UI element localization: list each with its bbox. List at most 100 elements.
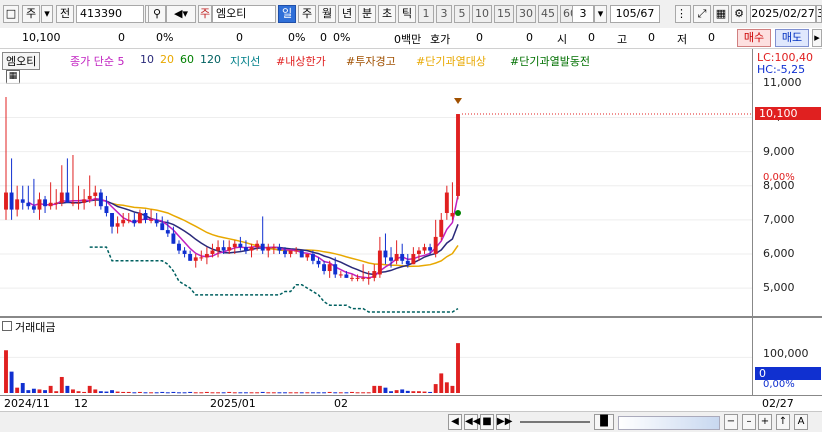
volume-bar: [294, 392, 299, 394]
candle-body: [121, 219, 126, 224]
volume-bar: [20, 383, 25, 393]
candle-body: [204, 253, 209, 258]
candle-body: [416, 250, 421, 254]
candle-body: [137, 213, 142, 224]
candle-body: [266, 247, 271, 251]
candle-body: [283, 250, 287, 254]
volume-bar: [377, 385, 382, 393]
candle-body: [277, 247, 282, 251]
volume-bar: [271, 392, 276, 394]
range-slider[interactable]: [618, 416, 720, 430]
volume-bar: [227, 391, 232, 393]
zoom-slider-track[interactable]: [520, 421, 590, 423]
volume-bar: [110, 390, 114, 393]
x-label-right-date: 02/27: [762, 397, 794, 410]
zoom-in-icon[interactable]: ↑: [776, 414, 790, 430]
minus-icon[interactable]: –: [742, 414, 756, 430]
volume-bar: [165, 392, 170, 394]
volume-bar: [115, 391, 120, 393]
slider-handle[interactable]: █: [594, 414, 614, 430]
volume-bar: [149, 392, 154, 394]
candle-body: [238, 243, 243, 248]
volume-bar: [238, 392, 243, 394]
candle-body: [54, 202, 59, 204]
price-tick-label: 6,000: [763, 246, 795, 260]
volume-bar: [59, 376, 64, 393]
candle-body: [31, 206, 36, 210]
candle-body: [20, 199, 25, 203]
volume-bar: [243, 392, 248, 394]
text-size-icon[interactable]: A: [794, 414, 808, 430]
candle-body: [439, 219, 444, 237]
candle-body: [132, 219, 137, 224]
price-chart: [0, 82, 752, 394]
fast-forward-icon[interactable]: ▶▶: [496, 414, 512, 430]
candle-body: [299, 250, 304, 258]
plus-icon[interactable]: +: [758, 414, 772, 430]
candle-body: [199, 257, 204, 259]
fast-back-icon[interactable]: ◀◀: [464, 414, 480, 430]
candle-body: [232, 243, 237, 248]
candle-body: [361, 277, 366, 279]
candle-body: [428, 247, 433, 251]
volume-bar: [199, 392, 204, 394]
candle-body: [294, 250, 299, 252]
candle-body: [160, 223, 165, 231]
candle-body: [188, 253, 193, 261]
candle-body: [333, 264, 338, 275]
candle-body: [48, 202, 53, 207]
candle-body: [15, 199, 20, 210]
volume-bar: [456, 343, 460, 393]
y-axis: LC:100,40 HC:-5,25 11,00010,0009,0008,00…: [752, 49, 822, 395]
volume-bar: [372, 385, 377, 393]
candle-body: [210, 250, 215, 254]
x-label-feb: 02: [334, 397, 348, 410]
x-label-dec: 12: [74, 397, 88, 410]
zoom-out-icon[interactable]: −: [724, 414, 738, 430]
candle-body: [98, 192, 103, 207]
candle-body: [400, 253, 405, 261]
candle-body: [322, 264, 327, 272]
volume-bar: [266, 392, 271, 394]
volume-bar: [171, 391, 176, 393]
current-price-tag: 10,100: [755, 107, 821, 120]
volume-bar: [188, 391, 193, 393]
volume-bar: [204, 391, 209, 393]
stop-icon[interactable]: ■: [480, 414, 494, 430]
volume-checkbox-icon[interactable]: [2, 321, 12, 331]
volume-bar: [104, 391, 109, 393]
panel-separator[interactable]: [0, 316, 822, 318]
candle-body: [37, 199, 42, 210]
volume-title: 거래대금: [15, 321, 56, 334]
volume-bar: [255, 392, 260, 394]
candle-body: [411, 253, 416, 265]
bottom-bar: ◀ ◀◀ ■ ▶▶ █ − – + ↑ A: [0, 411, 822, 432]
volume-bar: [277, 392, 282, 394]
volume-bar: [31, 388, 36, 393]
candle-body: [165, 230, 170, 234]
volume-bar: [366, 392, 371, 394]
volume-bar: [444, 382, 449, 393]
candle-body: [59, 192, 64, 203]
volume-bar: [143, 392, 148, 394]
scroll-left-icon[interactable]: ◀: [448, 414, 462, 430]
volume-bar: [132, 392, 137, 394]
candle-body: [4, 192, 8, 210]
volume-bar: [4, 350, 8, 393]
candle-body: [405, 260, 410, 265]
volume-bar: [93, 389, 98, 393]
volume-tick: 100,000: [763, 347, 809, 360]
candle-body: [260, 243, 265, 251]
volume-bar: [37, 389, 42, 393]
candle-body: [126, 219, 131, 221]
volume-bar: [361, 392, 366, 394]
candle-body: [366, 277, 371, 279]
volume-bar: [260, 391, 265, 393]
volume-bar: [232, 392, 237, 394]
candle-body: [182, 250, 187, 254]
hc-label: HC:-5,25: [757, 63, 806, 76]
volume-bar: [450, 385, 455, 393]
volume-bar: [221, 392, 226, 394]
volume-bar: [400, 389, 405, 393]
volume-bar: [422, 391, 427, 393]
